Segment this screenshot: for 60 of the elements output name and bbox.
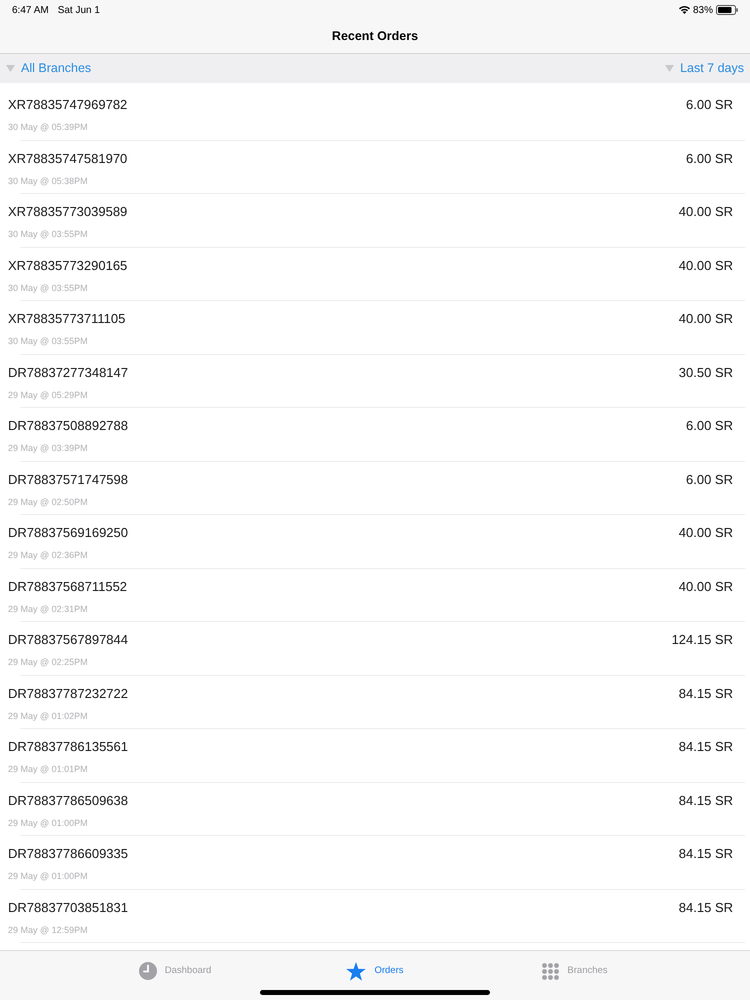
order-number: DR78837703851831: [8, 900, 128, 916]
order-amount: 84.15 SR: [678, 686, 733, 702]
order-amount: 30.50 SR: [678, 364, 733, 380]
order-number: DR78837508892788: [8, 418, 128, 434]
wifi-icon: [678, 6, 690, 14]
order-amount: 6.00 SR: [686, 472, 733, 488]
order-date: 29 May @ 05:29PM: [8, 390, 89, 400]
order-date: 29 May @ 02:50PM: [8, 496, 89, 508]
order-date: 30 May @ 05:39PM: [8, 122, 89, 133]
order-amount: 40.00 SR: [678, 204, 733, 220]
status-time: 6:47 AM: [12, 4, 49, 18]
order-amount: 84.15 SR: [678, 739, 733, 755]
order-date: 29 May @ 12:59PM: [8, 924, 89, 936]
order-amount: 124.15 SR: [672, 632, 733, 648]
order-number: XR78835747581970: [8, 150, 128, 166]
tab-bar-item[interactable]: Orders: [346, 961, 404, 981]
status-date: Sat Jun 1: [58, 4, 100, 18]
dropdown-triangle-icon: [665, 65, 674, 72]
order-date: 30 May @ 05:38PM: [8, 176, 89, 186]
order-number: XR78835747969782: [8, 97, 128, 113]
order-number: DR78837786609335: [8, 846, 128, 862]
battery-icon: [716, 5, 738, 15]
order-number: XR78835773711105: [8, 311, 126, 327]
star-icon: [346, 962, 366, 980]
order-number: DR78837571747598: [8, 472, 128, 488]
order-amount: 40.00 SR: [678, 578, 733, 594]
order-amount: 84.15 SR: [678, 846, 733, 862]
order-date: 30 May @ 03:55PM: [8, 229, 89, 240]
order-number: DR78837569169250: [8, 525, 128, 541]
page-title: Recent Orders: [332, 28, 418, 46]
order-date: 29 May @ 01:01PM: [8, 764, 89, 775]
order-amount: 40.00 SR: [678, 525, 733, 541]
order-date: 29 May @ 02:25PM: [8, 657, 89, 668]
order-date: 29 May @ 02:31PM: [8, 604, 89, 614]
battery-percent: 83%: [692, 4, 713, 18]
dropdown-triangle-icon: [6, 65, 15, 72]
order-number: XR78835773039589: [8, 204, 128, 220]
order-date: 30 May @ 03:55PM: [8, 282, 89, 294]
order-date: 29 May @ 01:00PM: [8, 818, 89, 828]
grid-icon: [542, 962, 560, 980]
order-amount: 6.00 SR: [686, 418, 733, 434]
order-date: 29 May @ 01:02PM: [8, 710, 89, 722]
order-amount: 6.00 SR: [686, 150, 733, 166]
order-number: DR78837277348147: [8, 364, 128, 380]
order-date: 29 May @ 03:39PM: [8, 443, 89, 454]
order-number: DR78837568711552: [8, 578, 128, 594]
order-amount: 84.15 SR: [678, 900, 733, 916]
order-amount: 40.00 SR: [678, 258, 733, 274]
clock-icon: [138, 962, 157, 980]
order-amount: 6.00 SR: [686, 97, 733, 113]
order-number: XR78835773290165: [8, 258, 128, 274]
order-number: DR78837786509638: [8, 792, 128, 808]
order-date: 30 May @ 03:55PM: [8, 336, 89, 347]
order-number: DR78837567897844: [8, 632, 128, 648]
order-number: DR78837787232722: [8, 686, 128, 702]
order-date: 29 May @ 02:36PM: [8, 550, 89, 561]
order-number: DR78837786135561: [8, 739, 128, 755]
order-date: 29 May @ 01:00PM: [8, 871, 89, 882]
order-amount: 84.15 SR: [678, 792, 733, 808]
order-amount: 40.00 SR: [678, 311, 733, 327]
